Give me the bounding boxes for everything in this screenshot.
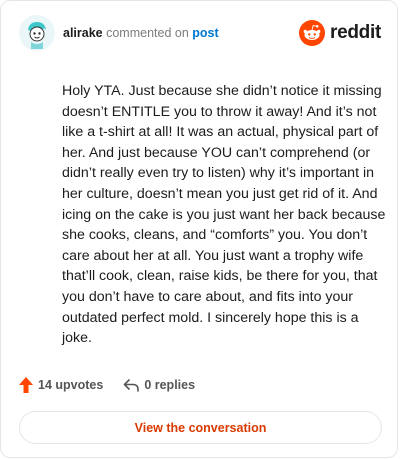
reply-icon (124, 379, 140, 392)
post-link[interactable]: post (192, 26, 218, 40)
view-conversation-button[interactable]: View the conversation (19, 411, 382, 444)
upvote-button[interactable]: 14 upvotes (19, 377, 103, 393)
avatar[interactable] (19, 15, 55, 51)
author-username[interactable]: alirake (63, 26, 103, 40)
reply-button[interactable]: 0 replies (123, 378, 195, 392)
reddit-brand[interactable]: reddit (299, 20, 381, 46)
upvote-arrow-icon (19, 377, 33, 393)
reddit-logo-icon (299, 20, 326, 46)
comment-body: Holy YTA. Just because she didn’t notice… (62, 83, 386, 347)
comment-header: alirake commented on post (19, 15, 219, 51)
avatar-icon (21, 17, 53, 49)
byline: alirake commented on post (63, 26, 219, 40)
comment-footer: 14 upvotes 0 replies (19, 377, 215, 393)
comment-card: alirake commented on post reddit Holy YT… (0, 0, 398, 458)
byline-action: commented on (106, 26, 189, 40)
upvote-count: 14 upvotes (38, 378, 104, 392)
reply-count: 0 replies (144, 378, 196, 392)
reddit-wordmark: reddit (330, 22, 381, 43)
